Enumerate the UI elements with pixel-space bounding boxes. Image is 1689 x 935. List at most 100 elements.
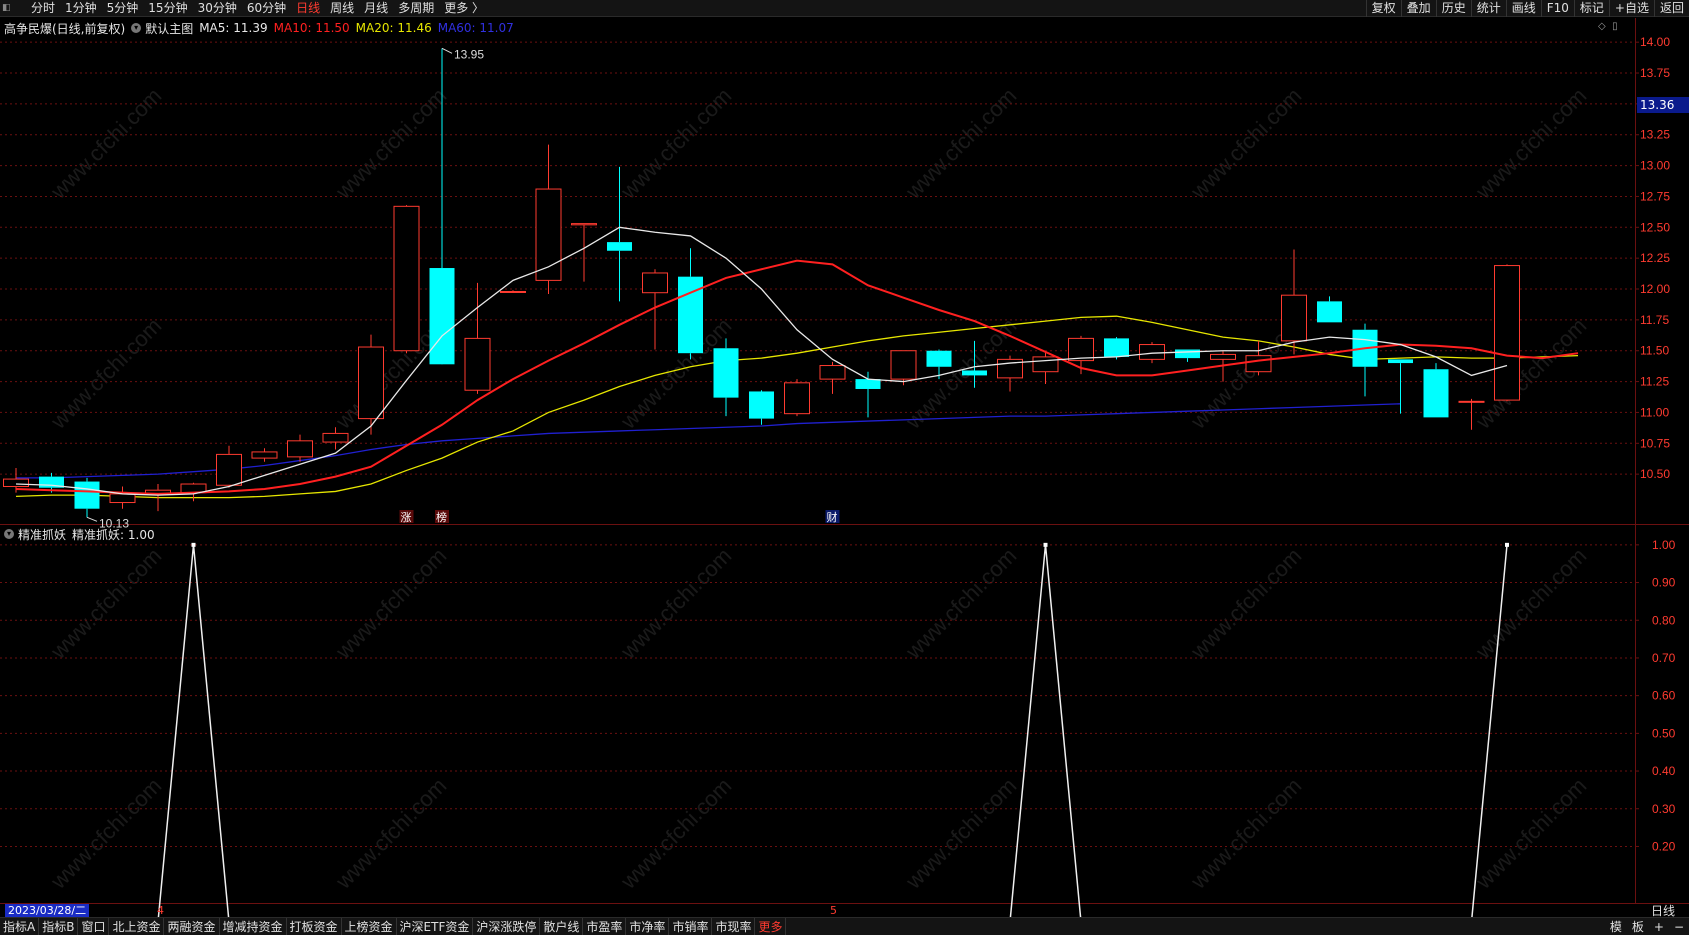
tab-list-funds[interactable]: 上榜资金: [342, 918, 397, 935]
watermark-text: www.cfchi.com: [1470, 773, 1591, 894]
candle: [784, 379, 810, 417]
watermark-text: www.cfchi.com: [45, 313, 166, 434]
indicator-tick-label: 0.30: [1652, 802, 1676, 816]
candle-body: [74, 481, 100, 509]
event-marker: 涨: [399, 510, 414, 524]
candle: [1388, 359, 1413, 414]
candle-body: [429, 268, 455, 365]
tab-etf-funds[interactable]: 沪深ETF资金: [397, 918, 474, 935]
tab-margin[interactable]: 两融资金: [164, 918, 220, 935]
candle-body: [784, 382, 810, 415]
template-button[interactable]: 模: [1605, 918, 1627, 935]
candle-body: [890, 350, 917, 380]
candle: [1352, 323, 1378, 397]
watermark-text: www.cfchi.com: [900, 543, 1021, 664]
candle: [1494, 264, 1520, 402]
candle-body: [1032, 356, 1059, 373]
candle: [642, 269, 668, 350]
indicator-tick-label: 0.50: [1652, 726, 1676, 740]
candle-body: [358, 346, 384, 420]
indicator-tick-label: 0.70: [1652, 651, 1676, 665]
bottom-toolbar: 指标A 指标B 窗口 北上资金 两融资金 增减持资金 打板资金 上榜资金 沪深E…: [0, 917, 1689, 935]
indicator-tick-label: 0.20: [1652, 839, 1676, 853]
candle-body: [1458, 400, 1485, 403]
zoom-in-button[interactable]: +: [1649, 918, 1669, 935]
candle-body: [464, 337, 491, 391]
tab-northbound[interactable]: 北上资金: [109, 918, 165, 935]
candle: [1317, 296, 1342, 323]
indicator-peak-point: [1043, 542, 1048, 547]
candle: [216, 445, 242, 488]
candle-body: [1423, 369, 1449, 418]
bottom-right-controls: 模 板 + −: [1605, 918, 1689, 935]
candle-body: [926, 350, 952, 367]
indicator-peak-point: [1505, 542, 1509, 547]
candle-body: [749, 391, 774, 419]
watermark-text: www.cfchi.com: [330, 543, 451, 664]
watermark-text: www.cfchi.com: [330, 773, 451, 894]
event-marker-label: 榜: [436, 510, 447, 524]
candle-body: [1494, 265, 1520, 401]
price-tick-label: 13.25: [1640, 128, 1670, 142]
candle: [393, 205, 420, 354]
price-tick-label: 11.50: [1640, 344, 1669, 358]
price-tick-label: 12.25: [1640, 251, 1670, 265]
indicator-tabs: 指标A 指标B 窗口 北上资金 两融资金 增减持资金 打板资金 上榜资金 沪深E…: [0, 918, 787, 935]
candle-body: [962, 370, 987, 376]
tab-more-bottom[interactable]: 更多: [755, 918, 787, 935]
candle: [287, 434, 313, 462]
month-mark-may: 5: [830, 904, 837, 917]
watermark-text: www.cfchi.com: [615, 83, 736, 204]
candle: [109, 486, 136, 509]
tab-holding-change[interactable]: 增减持资金: [220, 918, 287, 935]
watermark-text: www.cfchi.com: [45, 773, 166, 894]
high-price-label: 13.95: [454, 47, 484, 61]
tab-indicator-a[interactable]: 指标A: [0, 918, 40, 935]
tab-pe[interactable]: 市盈率: [583, 918, 627, 935]
watermark-layer: www.cfchi.com www.cfchi.com www.cfchi.com w…: [45, 83, 1591, 894]
zoom-out-button[interactable]: −: [1669, 918, 1689, 935]
chart-canvas[interactable]: www.cfchi.com www.cfchi.com www.cfchi.com w…: [0, 0, 1689, 935]
watermark-text: www.cfchi.com: [45, 543, 166, 664]
candle-body: [713, 348, 739, 398]
indicator-peak-point: [191, 542, 196, 547]
candle: [1281, 249, 1307, 355]
tab-pb[interactable]: 市净率: [626, 918, 670, 935]
indicator-tick-label: 0.40: [1652, 764, 1676, 778]
board-button[interactable]: 板: [1627, 918, 1649, 935]
candle: [678, 248, 703, 360]
price-tick-label: 14.00: [1640, 35, 1670, 49]
candle-body: [500, 290, 526, 293]
candle-body: [607, 242, 632, 251]
candle-body: [571, 223, 597, 226]
candle-body: [1210, 353, 1236, 360]
candle-body: [819, 365, 846, 380]
tab-pcf[interactable]: 市现率: [712, 918, 756, 935]
pane-divider: [0, 524, 1689, 525]
tab-window[interactable]: 窗口: [78, 918, 110, 935]
candle: [749, 390, 774, 425]
date-divider: [0, 903, 1689, 904]
ma10-line: [15, 259, 1579, 495]
candle-body: [1281, 294, 1307, 342]
tab-limit-funds[interactable]: 打板资金: [287, 918, 342, 935]
price-tick-label: 13.00: [1640, 159, 1670, 173]
tab-limit-updown[interactable]: 沪深涨跌停: [473, 918, 541, 935]
low-price-label: 10.13: [99, 516, 129, 530]
selected-date: 2023/03/28/二: [5, 904, 90, 917]
price-tick-label: 11.00: [1640, 405, 1669, 419]
watermark-text: www.cfchi.com: [900, 773, 1021, 894]
tab-ps[interactable]: 市销率: [669, 918, 713, 935]
price-tick-label: 10.75: [1640, 436, 1670, 450]
price-tick-label: 11.25: [1640, 375, 1669, 389]
indicator-tick-label: 0.80: [1652, 613, 1676, 627]
event-marker-label: 财: [827, 510, 838, 524]
tab-indicator-b[interactable]: 指标B: [39, 918, 79, 935]
candle: [713, 338, 739, 417]
indicator-tick-label: 0.90: [1652, 576, 1676, 590]
candle-body: [109, 493, 136, 504]
candle-body: [1317, 301, 1342, 323]
candle: [500, 290, 526, 293]
tab-retail-line[interactable]: 散户线: [540, 918, 584, 935]
event-marker: 榜: [435, 510, 449, 524]
